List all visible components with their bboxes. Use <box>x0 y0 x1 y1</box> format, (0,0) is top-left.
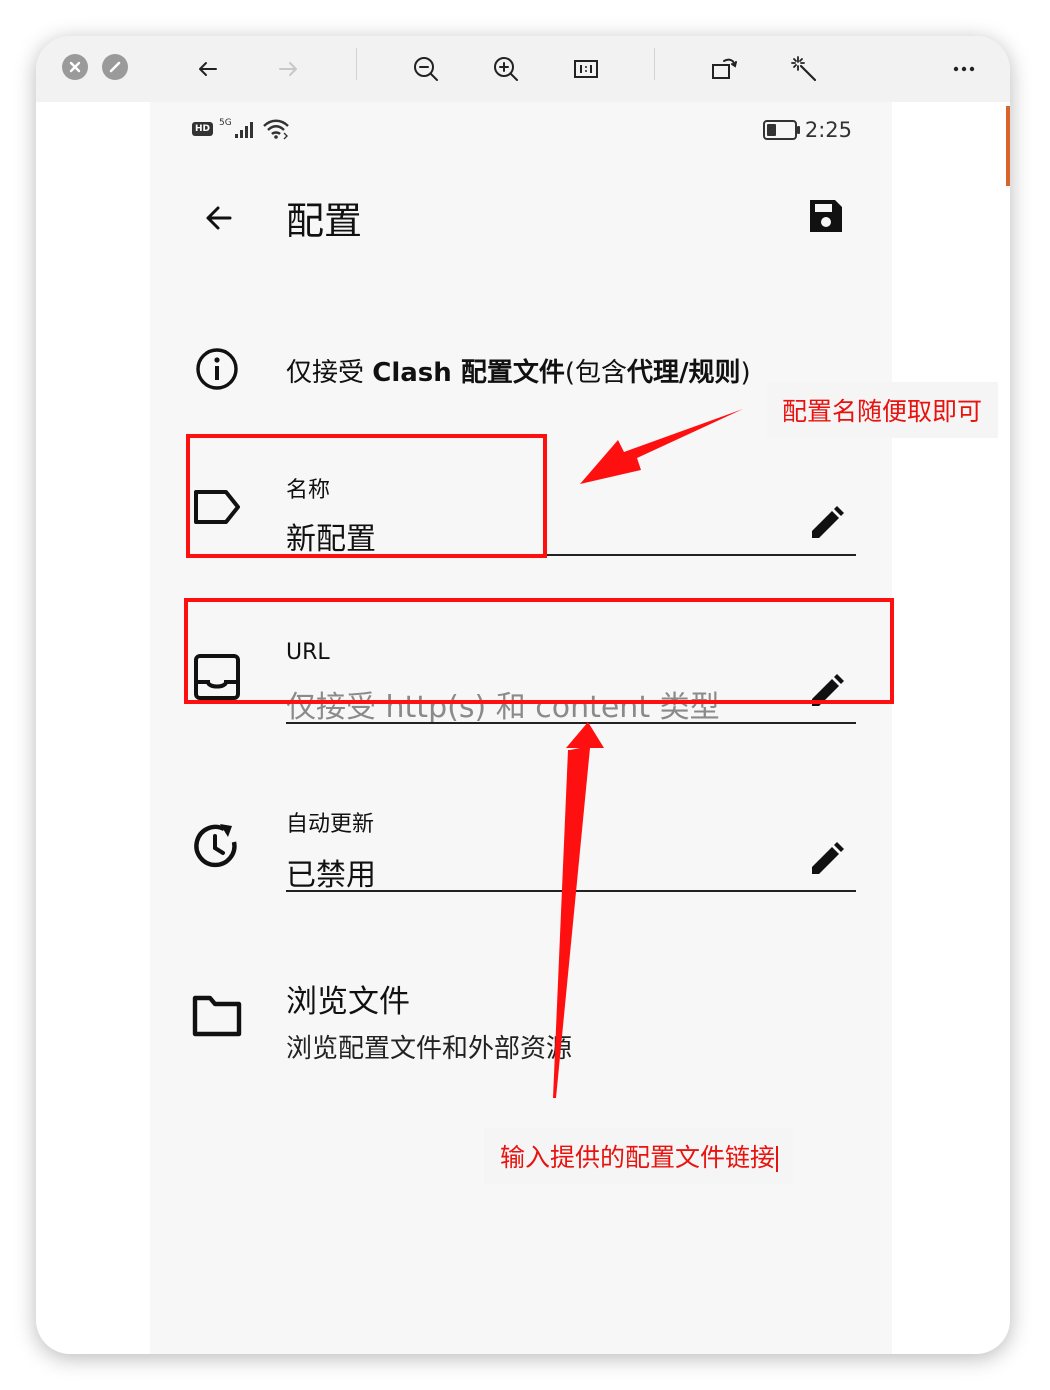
background-window-edge <box>1006 106 1010 186</box>
name-field-underline <box>286 554 856 556</box>
info-icon <box>196 348 238 390</box>
auto-update-label: 自动更新 <box>286 812 375 837</box>
auto-update-underline <box>286 890 856 892</box>
wifi-icon <box>262 119 289 140</box>
close-icon[interactable] <box>62 54 88 80</box>
forward-arrow-icon[interactable] <box>268 49 308 89</box>
save-icon[interactable] <box>806 196 846 236</box>
name-field[interactable]: 新配置 <box>286 514 376 558</box>
status-bar: HD 5G 2:25 <box>150 102 892 158</box>
browse-files-title[interactable]: 浏览文件 <box>286 976 410 1021</box>
back-arrow-icon[interactable] <box>188 49 228 89</box>
hd-badge: HD <box>192 122 214 136</box>
signal-icon <box>234 122 253 138</box>
folder-icon[interactable] <box>190 988 244 1042</box>
magic-wand-icon[interactable] <box>784 49 824 89</box>
edit-url-icon[interactable] <box>806 672 846 712</box>
label-icon <box>194 490 240 524</box>
url-field-label: URL <box>286 640 330 665</box>
edit-name-icon[interactable] <box>806 504 846 544</box>
actual-size-icon[interactable] <box>566 49 606 89</box>
zoom-out-icon[interactable] <box>406 49 446 89</box>
text-cursor <box>776 1146 779 1172</box>
more-icon[interactable] <box>944 49 984 89</box>
status-time: 2:25 <box>804 118 852 142</box>
url-field-underline <box>286 722 856 724</box>
auto-update-field[interactable]: 已禁用 <box>286 850 376 894</box>
inbox-icon <box>194 654 240 700</box>
network-type: 5G <box>219 118 232 128</box>
battery-icon <box>762 120 800 140</box>
url-hint-callout: 输入提供的配置文件链接 <box>484 1128 795 1184</box>
toolbar-divider <box>356 48 357 80</box>
back-arrow-icon[interactable] <box>198 198 238 238</box>
name-field-label: 名称 <box>286 478 331 503</box>
edit-auto-update-icon[interactable] <box>806 840 846 880</box>
page-title: 配置 <box>286 199 363 243</box>
name-hint-callout: 配置名随便取即可 <box>766 382 999 438</box>
minimize-icon[interactable] <box>102 54 128 80</box>
url-input[interactable]: 仅接受 http(s) 和 content 类型 <box>286 682 720 726</box>
rotate-icon[interactable] <box>704 49 744 89</box>
viewer-toolbar <box>36 36 1010 102</box>
history-icon <box>194 824 237 868</box>
toolbar-divider <box>654 48 655 80</box>
zoom-in-icon[interactable] <box>486 49 526 89</box>
info-text: 仅接受 Clash 配置文件(包含代理/规则) <box>286 358 751 388</box>
browse-files-subtitle: 浏览配置文件和外部资源 <box>286 1034 573 1064</box>
